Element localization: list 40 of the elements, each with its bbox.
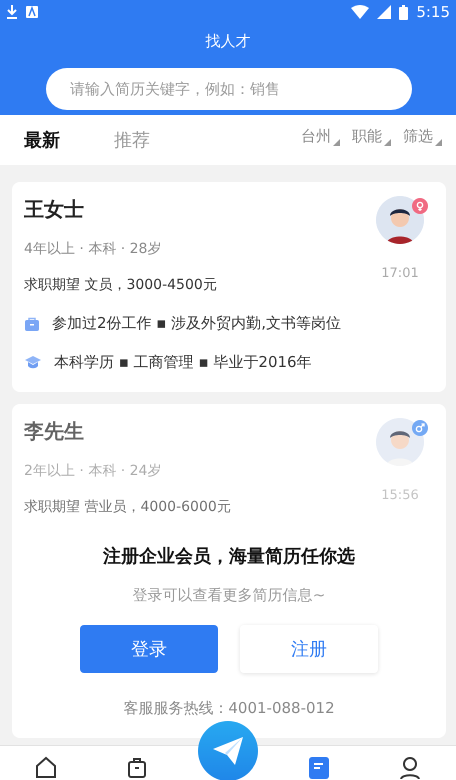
candidate-meta: 2年以上 · 本科 · 24岁 bbox=[24, 462, 162, 480]
hotline-text: 客服服务热线：4001-088-012 bbox=[123, 699, 335, 718]
status-time: 5:15 bbox=[416, 3, 450, 21]
person-icon bbox=[398, 755, 422, 779]
briefcase-icon bbox=[24, 316, 40, 332]
graduation-cap-icon bbox=[24, 354, 42, 370]
promo-title: 注册企业会员，海量简历任你选 bbox=[103, 545, 355, 568]
candidate-detail: 本科学历 ▪ 工商管理 ▪ 毕业于2016年 bbox=[54, 353, 312, 372]
candidate-name: 王女士 bbox=[24, 196, 85, 223]
candidate-name: 李先生 bbox=[24, 418, 85, 445]
wifi-icon bbox=[351, 5, 370, 19]
male-symbol-icon bbox=[415, 423, 425, 433]
update-time: 17:01 bbox=[381, 266, 419, 281]
dropdown-icon bbox=[435, 138, 442, 146]
tab[interactable]: 最新 bbox=[24, 128, 60, 152]
tab[interactable]: 推荐 bbox=[114, 128, 150, 152]
job-expectation: 求职期望 营业员，4000-6000元 bbox=[24, 498, 232, 516]
candidate-card[interactable]: 李先生 2年以上 · 本科 · 24岁 求职期望 营业员，4000-6000元 15:56 注册企业会员，海量简历任你选 登录可以查看更多简历信息~ 登录 注册 客服服务热线：4001-088-012 bbox=[12, 404, 446, 738]
promo-subtitle: 登录可以查看更多简历信息~ bbox=[132, 586, 326, 605]
filter-dropdown[interactable]: 职能 bbox=[346, 126, 397, 146]
filter-dropdown[interactable]: 筛选 bbox=[397, 126, 448, 146]
login-button[interactable]: 登录 bbox=[80, 625, 218, 673]
female-symbol-icon bbox=[415, 201, 425, 211]
paper-plane-icon bbox=[213, 737, 243, 765]
home-icon bbox=[34, 755, 58, 779]
candidate-detail: 参加过2份工作 ▪ 涉及外贸内勤,文书等岗位 bbox=[52, 314, 342, 333]
filter-dropdown[interactable]: 台州 bbox=[295, 126, 346, 146]
dropdown-icon bbox=[384, 138, 391, 146]
candidate-meta: 4年以上 · 本科 · 28岁 bbox=[24, 240, 162, 258]
dropdown-icon bbox=[333, 138, 340, 146]
page-title: 找人才 bbox=[204, 31, 252, 52]
candidate-card[interactable]: 王女士 4年以上 · 本科 · 28岁 求职期望 文员，3000-4500元 17:01 参加过2份工作 ▪ 涉及外贸内勤,文书等岗位 本科学历 ▪ 工商管理 ▪ 毕业于2016年 bbox=[12, 182, 446, 392]
signal-icon bbox=[377, 5, 392, 19]
search-field[interactable]: 请输入简历关键字，例如：销售 bbox=[46, 68, 412, 110]
download-icon bbox=[6, 5, 18, 19]
notification-icon bbox=[26, 6, 38, 18]
job-expectation: 求职期望 文员，3000-4500元 bbox=[24, 276, 218, 294]
update-time: 15:56 bbox=[381, 488, 419, 503]
battery-icon bbox=[399, 4, 408, 20]
register-button[interactable]: 注册 bbox=[240, 625, 378, 673]
